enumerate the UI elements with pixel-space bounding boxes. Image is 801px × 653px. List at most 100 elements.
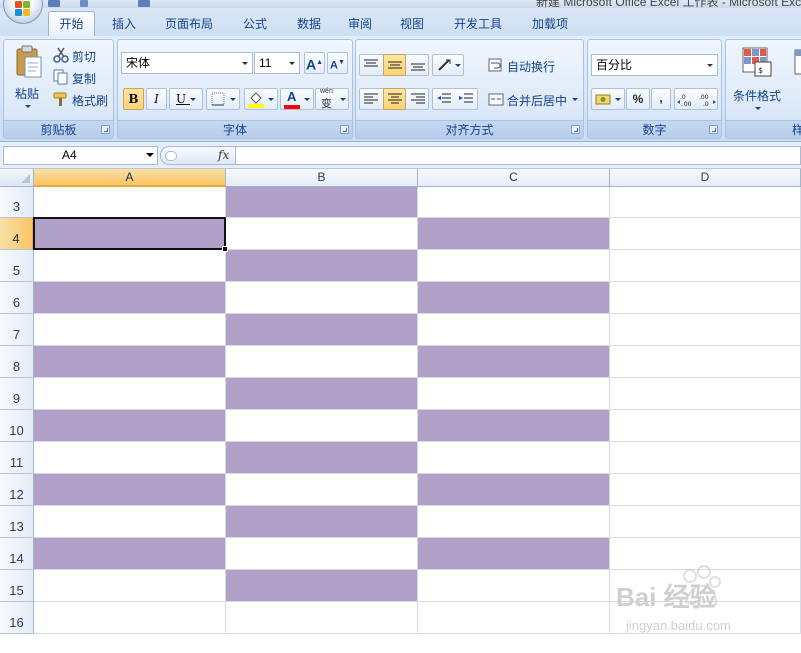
cell-d11[interactable]	[610, 442, 801, 474]
conditional-formatting-button[interactable]: $ 条件格式	[728, 43, 786, 117]
cell-d8[interactable]	[610, 346, 801, 378]
number-format-dropdown[interactable]: 百分比	[591, 54, 718, 76]
dialog-launcher-icon[interactable]	[340, 125, 349, 134]
underline-button[interactable]: U	[169, 88, 203, 110]
decrease-decimal-icon[interactable]: .00.0	[697, 92, 717, 107]
cell-c5[interactable]	[418, 250, 610, 282]
cell-d12[interactable]	[610, 474, 801, 506]
select-all-button[interactable]	[0, 169, 34, 187]
cell-c12[interactable]	[418, 474, 610, 506]
tab-developer[interactable]: 开发工具	[446, 14, 510, 36]
cell-b6[interactable]	[226, 282, 418, 314]
font-name-dropdown[interactable]: 宋体	[121, 52, 253, 74]
row-header-11[interactable]: 11	[0, 442, 34, 474]
font-color-button[interactable]: A	[280, 88, 314, 110]
cell-d13[interactable]	[610, 506, 801, 538]
row-header-15[interactable]: 15	[0, 570, 34, 602]
cell-c6[interactable]	[418, 282, 610, 314]
accounting-format-button[interactable]	[591, 88, 625, 110]
cell-d3[interactable]	[610, 187, 801, 218]
tab-page-layout[interactable]: 页面布局	[158, 14, 220, 36]
cell-b7[interactable]	[226, 314, 418, 346]
decrease-indent-icon[interactable]	[436, 92, 452, 106]
cell-b3[interactable]	[226, 187, 418, 218]
customize-quick-access-icon[interactable]	[138, 0, 150, 7]
cell-b10[interactable]	[226, 410, 418, 442]
cell-c8[interactable]	[418, 346, 610, 378]
wrap-text-button[interactable]: 自动换行	[484, 54, 579, 76]
cell-a9[interactable]	[34, 378, 226, 410]
row-header-12[interactable]: 12	[0, 474, 34, 506]
column-header-a[interactable]: A	[34, 169, 226, 187]
cell-b4[interactable]	[226, 218, 418, 250]
cell-c9[interactable]	[418, 378, 610, 410]
cell-c16[interactable]	[418, 602, 610, 634]
shrink-font-button[interactable]: A▼	[327, 52, 348, 74]
cell-a14[interactable]	[34, 538, 226, 570]
cell-b9[interactable]	[226, 378, 418, 410]
expand-handle-icon[interactable]	[165, 151, 177, 161]
cell-c10[interactable]	[418, 410, 610, 442]
row-header-16[interactable]: 16	[0, 602, 34, 634]
row-header-13[interactable]: 13	[0, 506, 34, 538]
dialog-launcher-icon[interactable]	[709, 125, 718, 134]
cell-c14[interactable]	[418, 538, 610, 570]
cell-a11[interactable]	[34, 442, 226, 474]
tab-view[interactable]: 视图	[390, 14, 434, 36]
formula-input[interactable]	[236, 146, 801, 165]
undo-icon[interactable]	[80, 0, 88, 7]
bold-button[interactable]: B	[123, 88, 144, 110]
cell-a10[interactable]	[34, 410, 226, 442]
cell-a8[interactable]	[34, 346, 226, 378]
align-top-icon[interactable]	[363, 58, 379, 72]
cell-c11[interactable]	[418, 442, 610, 474]
format-as-table-button[interactable]: 表	[788, 43, 801, 117]
tab-home[interactable]: 开始	[48, 11, 95, 37]
cell-a16[interactable]	[34, 602, 226, 634]
cell-a6[interactable]	[34, 282, 226, 314]
row-header-14[interactable]: 14	[0, 538, 34, 570]
italic-button[interactable]: I	[146, 88, 167, 110]
merge-center-button[interactable]: 合并后居中	[484, 88, 581, 110]
column-header-d[interactable]: D	[610, 169, 801, 187]
row-header-10[interactable]: 10	[0, 410, 34, 442]
cell-c15[interactable]	[418, 570, 610, 602]
align-left-icon[interactable]	[363, 92, 379, 106]
cell-b14[interactable]	[226, 538, 418, 570]
tab-add-ins[interactable]: 加载项	[522, 14, 578, 36]
cell-d5[interactable]	[610, 250, 801, 282]
name-box[interactable]: A4	[3, 146, 158, 165]
grow-font-button[interactable]: A▲	[304, 52, 325, 74]
row-header-4[interactable]: 4	[0, 218, 34, 250]
insert-function-icon[interactable]: fx	[218, 148, 229, 162]
cell-b8[interactable]	[226, 346, 418, 378]
row-header-3[interactable]: 3	[0, 187, 34, 218]
phonetic-guide-button[interactable]: wén 变	[315, 88, 349, 110]
cell-c13[interactable]	[418, 506, 610, 538]
row-header-5[interactable]: 5	[0, 250, 34, 282]
align-bottom-icon[interactable]	[410, 58, 426, 72]
dialog-launcher-icon[interactable]	[101, 125, 110, 134]
format-painter-button[interactable]: 格式刷	[50, 88, 112, 108]
tab-data[interactable]: 数据	[287, 14, 331, 36]
increase-indent-icon[interactable]	[458, 92, 474, 106]
cell-d9[interactable]	[610, 378, 801, 410]
cell-d4[interactable]	[610, 218, 801, 250]
align-right-icon[interactable]	[410, 92, 426, 106]
comma-style-button[interactable]: ,	[651, 88, 671, 110]
orientation-button[interactable]	[432, 54, 464, 76]
row-header-6[interactable]: 6	[0, 282, 34, 314]
paste-button[interactable]: 粘贴	[8, 42, 46, 116]
row-header-8[interactable]: 8	[0, 346, 34, 378]
column-header-c[interactable]: C	[418, 169, 610, 187]
copy-button[interactable]: 复制	[50, 66, 108, 86]
cell-a15[interactable]	[34, 570, 226, 602]
cell-a13[interactable]	[34, 506, 226, 538]
cell-c7[interactable]	[418, 314, 610, 346]
cell-b11[interactable]	[226, 442, 418, 474]
font-size-dropdown[interactable]: 11	[254, 52, 300, 74]
fill-color-button[interactable]	[244, 88, 278, 110]
cell-b12[interactable]	[226, 474, 418, 506]
column-header-b[interactable]: B	[226, 169, 418, 187]
cell-d7[interactable]	[610, 314, 801, 346]
